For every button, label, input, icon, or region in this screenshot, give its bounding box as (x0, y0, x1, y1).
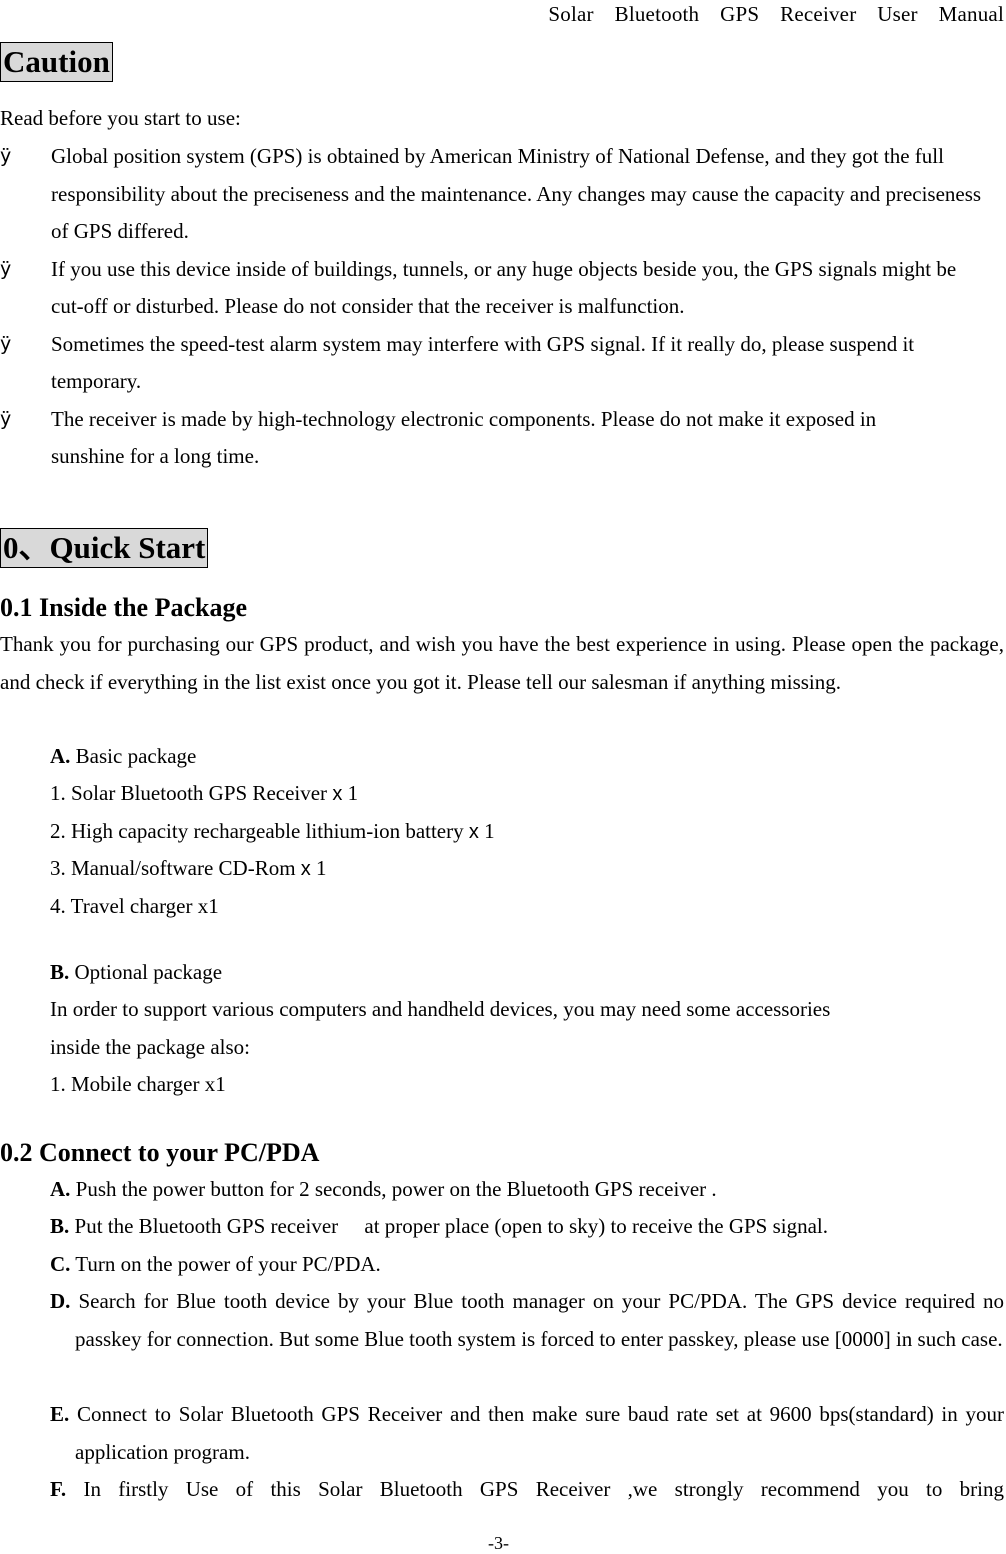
step-label: D. (50, 1289, 71, 1313)
item-text: 1. Solar Bluetooth GPS Receiver (50, 781, 333, 805)
connect-step: F. In firstly Use of this Solar Bluetoot… (50, 1471, 1004, 1509)
step-text: Put the Bluetooth GPS receiver at proper… (69, 1214, 829, 1238)
step-label: A. (50, 1177, 71, 1201)
step-text: In firstly Use of this Solar Bluetooth G… (66, 1477, 1004, 1501)
quantity-x-symbol: x (468, 821, 479, 843)
caution-bullet-item: ÿ Sometimes the speed-test alarm system … (0, 326, 1006, 401)
basic-package-item: 1. Solar Bluetooth GPS Receiver x 1 (50, 775, 358, 814)
basic-package-title: A. Basic package (50, 738, 196, 776)
section-0-1-title: 0.1 Inside the Package (0, 593, 247, 622)
step-label: B. (50, 1214, 70, 1238)
optional-package-label: B. (50, 960, 70, 984)
caution-bullet-item: ÿ The receiver is made by high-technolog… (0, 401, 1006, 476)
optional-package-item: 1. Mobile charger x1 (50, 1072, 226, 1096)
step-text: Search for Blue tooth device by your Blu… (70, 1289, 1004, 1351)
running-header: Solar Bluetooth GPS Receiver User Manual (548, 2, 1004, 26)
basic-package-item: 4. Travel charger x1 (50, 888, 219, 926)
basic-package-item: 3. Manual/software CD-Rom x 1 (50, 850, 327, 889)
item-qty: 1 (310, 856, 327, 880)
bullet-text: Sometimes the speed-test alarm system ma… (51, 331, 915, 394)
optional-package-title: B. Optional package (50, 954, 222, 992)
basic-package-label: A. (50, 744, 71, 768)
section-0-2-title: 0.2 Connect to your PC/PDA (0, 1138, 320, 1167)
bullet-text: The receiver is made by high-technology … (51, 406, 877, 469)
connect-step: B. Put the Bluetooth GPS receiver at pro… (50, 1208, 1004, 1246)
connect-step: C. Turn on the power of your PC/PDA. (50, 1246, 1004, 1284)
caution-heading: Caution (0, 42, 113, 82)
quick-start-heading: 0、Quick Start (0, 528, 209, 568)
bullet-text: Global position system (GPS) is obtained… (51, 144, 982, 243)
basic-package-text: Basic package (70, 744, 197, 768)
step-text: Turn on the power of your PC/PDA. (70, 1252, 381, 1276)
section-0-1-intro: Thank you for purchasing our GPS product… (0, 632, 1004, 694)
optional-package-text: Optional package (69, 960, 223, 984)
item-text: 2. High capacity rechargeable lithium-io… (50, 819, 469, 843)
bullet-text: If you use this device inside of buildin… (51, 256, 957, 319)
bullet-icon: ÿ (0, 332, 12, 355)
item-text: 4. Travel charger x1 (50, 894, 219, 918)
step-label: F. (50, 1477, 67, 1501)
caution-bullet-list: ÿ Global position system (GPS) is obtain… (0, 138, 1006, 476)
item-text: 3. Manual/software CD-Rom (50, 856, 301, 880)
caution-bullet-item: ÿ If you use this device inside of build… (0, 251, 1006, 326)
step-text: Connect to Solar Bluetooth GPS Receiver … (69, 1402, 1004, 1464)
step-label: C. (50, 1252, 71, 1276)
quantity-x-symbol: x (332, 783, 343, 805)
quantity-x-symbol: x (300, 858, 311, 880)
bullet-icon: ÿ (0, 407, 12, 430)
caution-intro: Read before you start to use: (0, 106, 241, 130)
item-qty: 1 (342, 781, 359, 805)
optional-package-description: inside the package also: (50, 1035, 251, 1059)
bullet-icon: ÿ (0, 145, 12, 167)
step-label: E. (50, 1402, 70, 1426)
connect-step: E. Connect to Solar Bluetooth GPS Receiv… (50, 1396, 1004, 1471)
connect-step: D. Search for Blue tooth device by your … (50, 1283, 1004, 1358)
caution-bullet-item: ÿ Global position system (GPS) is obtain… (0, 138, 1006, 251)
optional-package-description: In order to support various computers an… (50, 997, 831, 1021)
step-text: Push the power button for 2 seconds, pow… (70, 1177, 717, 1201)
bullet-icon: ÿ (0, 257, 12, 280)
item-qty: 1 (478, 819, 495, 843)
basic-package-item: 2. High capacity rechargeable lithium-io… (50, 813, 495, 852)
connect-step: A. Push the power button for 2 seconds, … (50, 1171, 1004, 1209)
